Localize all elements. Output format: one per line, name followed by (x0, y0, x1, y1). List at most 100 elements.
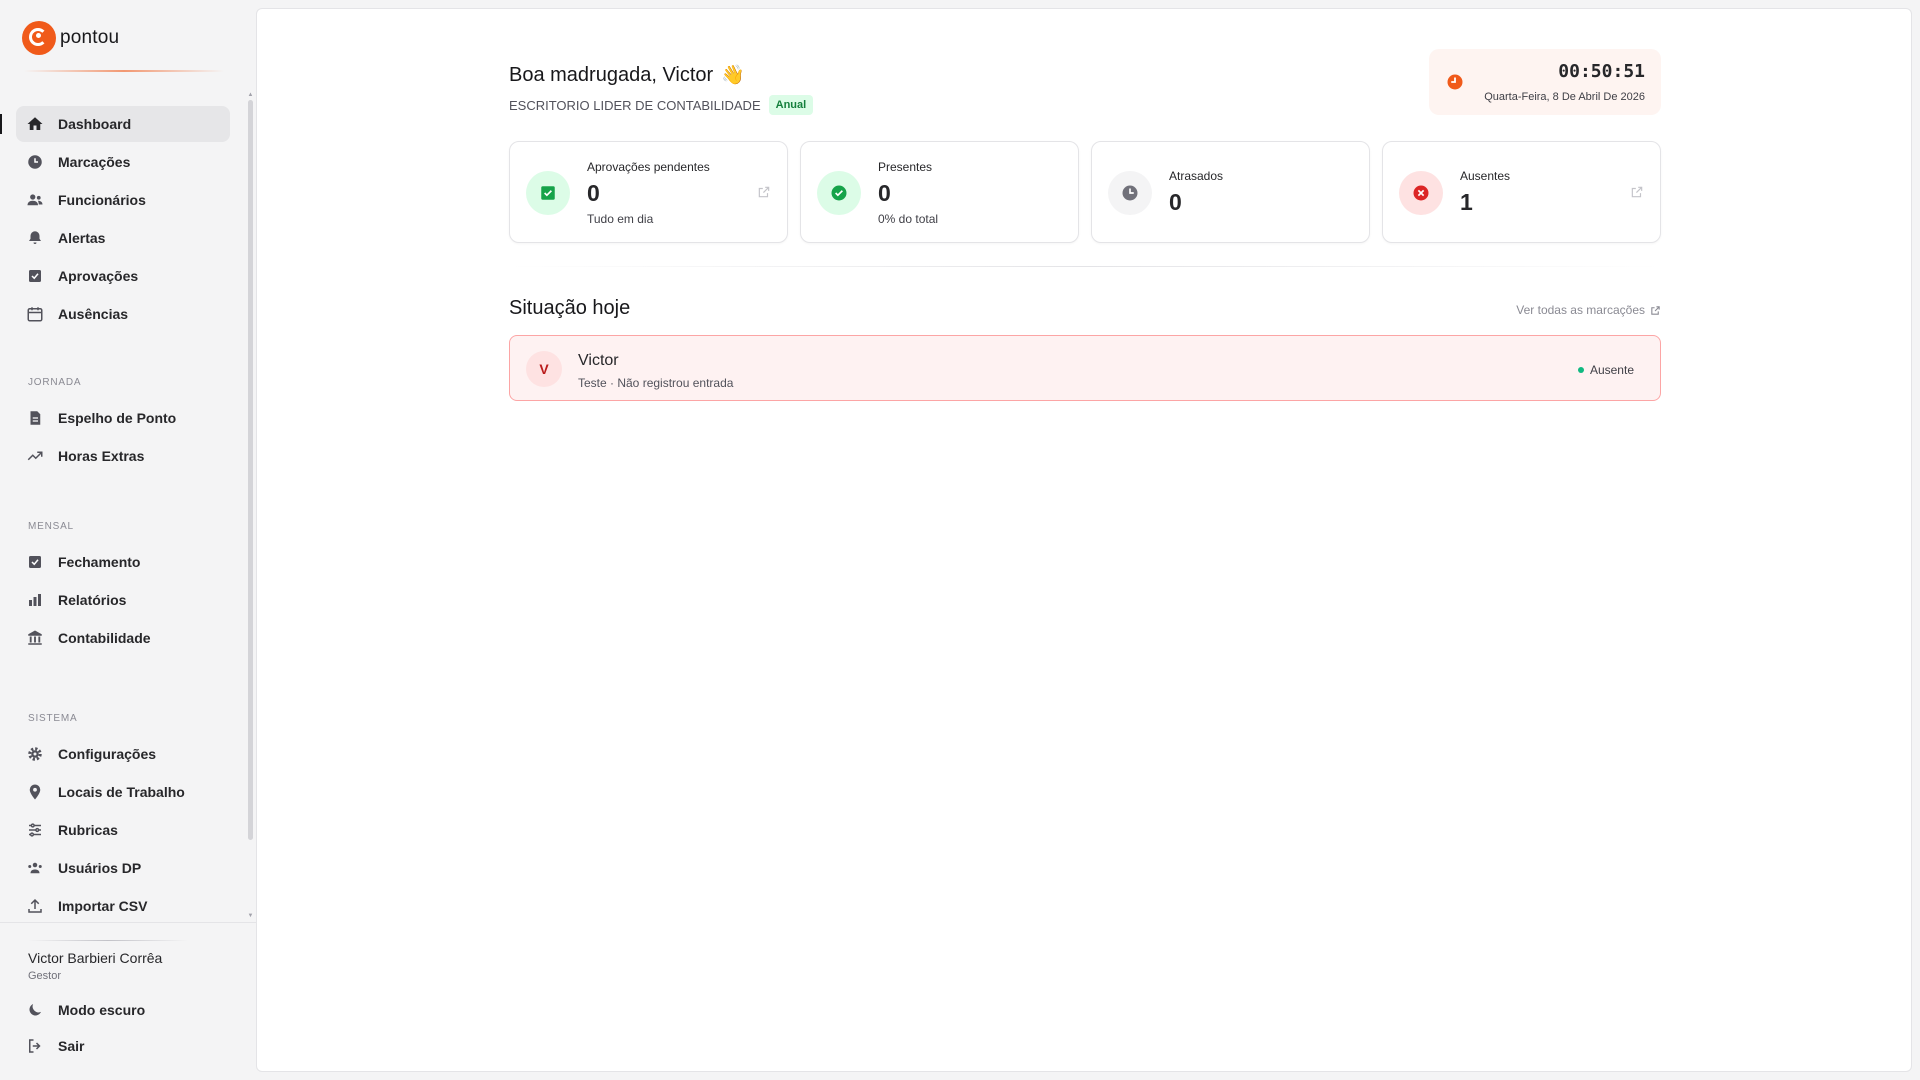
stat-icon-container (817, 171, 861, 215)
map-pin-icon (26, 783, 44, 801)
user-divider (28, 940, 188, 941)
external-link-icon (1651, 305, 1660, 315)
check-square-icon (26, 267, 44, 285)
sidebar-item-configuracoes[interactable]: Configurações (16, 736, 230, 772)
stat-sub: 0% do total (878, 212, 939, 226)
x-circle-icon (1413, 185, 1429, 201)
stat-sub: Tudo em dia (587, 212, 654, 226)
user-role: Gestor (28, 970, 62, 982)
sidebar-item-relatorios[interactable]: Relatórios (16, 582, 230, 618)
sidebar-item-label: Locais de Trabalho (58, 784, 185, 800)
bank-icon (26, 629, 44, 647)
stat-label: Aprovações pendentes (587, 160, 710, 174)
stats-row: Aprovações pendentes 0 Tudo em dia Prese… (509, 141, 1661, 243)
sidebar-item-label: Alertas (58, 230, 106, 246)
stat-icon-container (1108, 171, 1152, 215)
external-link-icon[interactable] (757, 185, 771, 199)
dark-mode-toggle[interactable]: Modo escuro (16, 992, 230, 1028)
see-all-link[interactable]: Ver todas as marcações (1516, 303, 1661, 317)
stat-card-atrasados[interactable]: Atrasados 0 (1091, 141, 1370, 243)
logout-button[interactable]: Sair (16, 1028, 230, 1064)
sidebar-bottom-nav: Modo escuro Sair (16, 992, 230, 1064)
sidebar-item-label: Ausências (58, 306, 129, 322)
logo-divider (24, 70, 224, 72)
clock-icon (1447, 74, 1463, 90)
brand-name: pontou (60, 27, 120, 48)
stat-label: Presentes (878, 160, 933, 174)
sidebar-item-importar-csv[interactable]: Importar CSV (16, 888, 230, 924)
check-square-icon (541, 186, 555, 200)
stat-icon-container (526, 171, 570, 215)
page-title: Boa madrugada, Victor 👋 (509, 63, 745, 87)
stat-icon-container (1399, 171, 1443, 215)
external-link-icon[interactable] (1630, 185, 1644, 199)
sidebar-item-fechamento[interactable]: Fechamento (16, 544, 230, 580)
sidebar-item-label: Fechamento (58, 554, 141, 570)
status-label: Ausente (1589, 363, 1634, 377)
sidebar-item-rubricas[interactable]: Rubricas (16, 812, 230, 848)
brand-logo[interactable]: pontou (22, 21, 119, 55)
check-circle-icon (831, 185, 847, 201)
stat-value: 0 (1169, 189, 1182, 215)
user-name: Victor Barbieri Corrêa (28, 950, 163, 966)
stat-label: Ausentes (1460, 169, 1511, 183)
sidebar-item-ausencias[interactable]: Ausências (16, 296, 230, 332)
section-divider (509, 266, 1661, 267)
stat-card-presentes[interactable]: Presentes 0 0% do total (800, 141, 1079, 243)
sidebar-item-label: Usuários DP (58, 860, 142, 876)
stat-card-aprovacoes-pendentes[interactable]: Aprovações pendentes 0 Tudo em dia (509, 141, 788, 243)
section-label-jornada: JORNADA (28, 376, 82, 388)
sidebar-scrollbar[interactable] (248, 100, 253, 840)
section-title: Situação hoje (509, 297, 631, 319)
home-icon (26, 115, 44, 133)
status-badge: Ausente (1577, 363, 1634, 377)
sidebar-item-label: Relatórios (58, 592, 127, 608)
sidebar-item-contabilidade[interactable]: Contabilidade (16, 620, 230, 656)
scroll-up-arrow[interactable]: ▲ (247, 92, 254, 98)
sidebar-item-label: Aprovações (58, 268, 139, 284)
section-label-mensal: MENSAL (28, 520, 74, 532)
document-icon (26, 409, 44, 427)
user-info: Victor Barbieri Corrêa Gestor (28, 950, 162, 982)
sidebar-item-alertas[interactable]: Alertas (16, 220, 230, 256)
company-name: ESCRITORIO LIDER DE CONTABILIDADE (509, 97, 761, 113)
avatar: V (526, 351, 562, 387)
main-panel: Boa madrugada, Victor 👋 ESCRITORIO LIDER… (256, 8, 1912, 1072)
stat-label: Atrasados (1169, 169, 1224, 183)
sidebar-item-locais-de-trabalho[interactable]: Locais de Trabalho (16, 774, 230, 810)
stat-value: 1 (1460, 189, 1473, 215)
clock-date: Quarta-Feira, 8 De Abril De 2026 (1484, 91, 1645, 103)
stat-value: 0 (587, 180, 600, 206)
sidebar-item-label: Espelho de Ponto (58, 410, 177, 426)
moon-icon (26, 1001, 44, 1019)
logout-icon (26, 1037, 44, 1055)
trending-up-icon (26, 447, 44, 465)
sidebar-item-espelho-de-ponto[interactable]: Espelho de Ponto (16, 400, 230, 436)
sidebar-item-dashboard[interactable]: Dashboard (0, 106, 230, 142)
sidebar-item-label: Marcações (58, 154, 131, 170)
sidebar-item-label: Contabilidade (58, 630, 151, 646)
sidebar-item-label: Horas Extras (58, 448, 145, 464)
sidebar-item-funcionarios[interactable]: Funcionários (16, 182, 230, 218)
sidebar-item-usuarios-dp[interactable]: Usuários DP (16, 850, 230, 886)
wave-emoji: 👋 (721, 65, 745, 86)
users-icon (26, 859, 44, 877)
sidebar-item-marcacoes[interactable]: Marcações (16, 144, 230, 180)
scroll-down-arrow[interactable]: ▼ (247, 913, 254, 919)
stat-card-ausentes[interactable]: Ausentes 1 (1382, 141, 1661, 243)
clock-time: 00:50:51 (1558, 61, 1645, 82)
sidebar-item-horas-extras[interactable]: Horas Extras (16, 438, 230, 474)
company-info: ESCRITORIO LIDER DE CONTABILIDADE Anual (509, 95, 814, 115)
employee-status-row[interactable]: V Victor Teste · Não registrou entrada A… (509, 335, 1661, 401)
status-dot (1577, 367, 1584, 373)
pontou-logo-icon (22, 21, 56, 55)
employee-name: Victor (578, 352, 619, 369)
greeting-text: Boa madrugada, Victor (509, 63, 714, 86)
clock-icon (1122, 185, 1138, 201)
sidebar: pontou Dashboard Marcações Funcionários (0, 0, 256, 1080)
sidebar-item-aprovacoes[interactable]: Aprovações (16, 258, 230, 294)
dark-mode-label: Modo escuro (58, 1002, 146, 1018)
upload-icon (26, 897, 44, 915)
sidebar-nav: Dashboard Marcações Funcionários Alertas… (0, 106, 230, 926)
sidebar-item-label: Rubricas (58, 822, 118, 838)
